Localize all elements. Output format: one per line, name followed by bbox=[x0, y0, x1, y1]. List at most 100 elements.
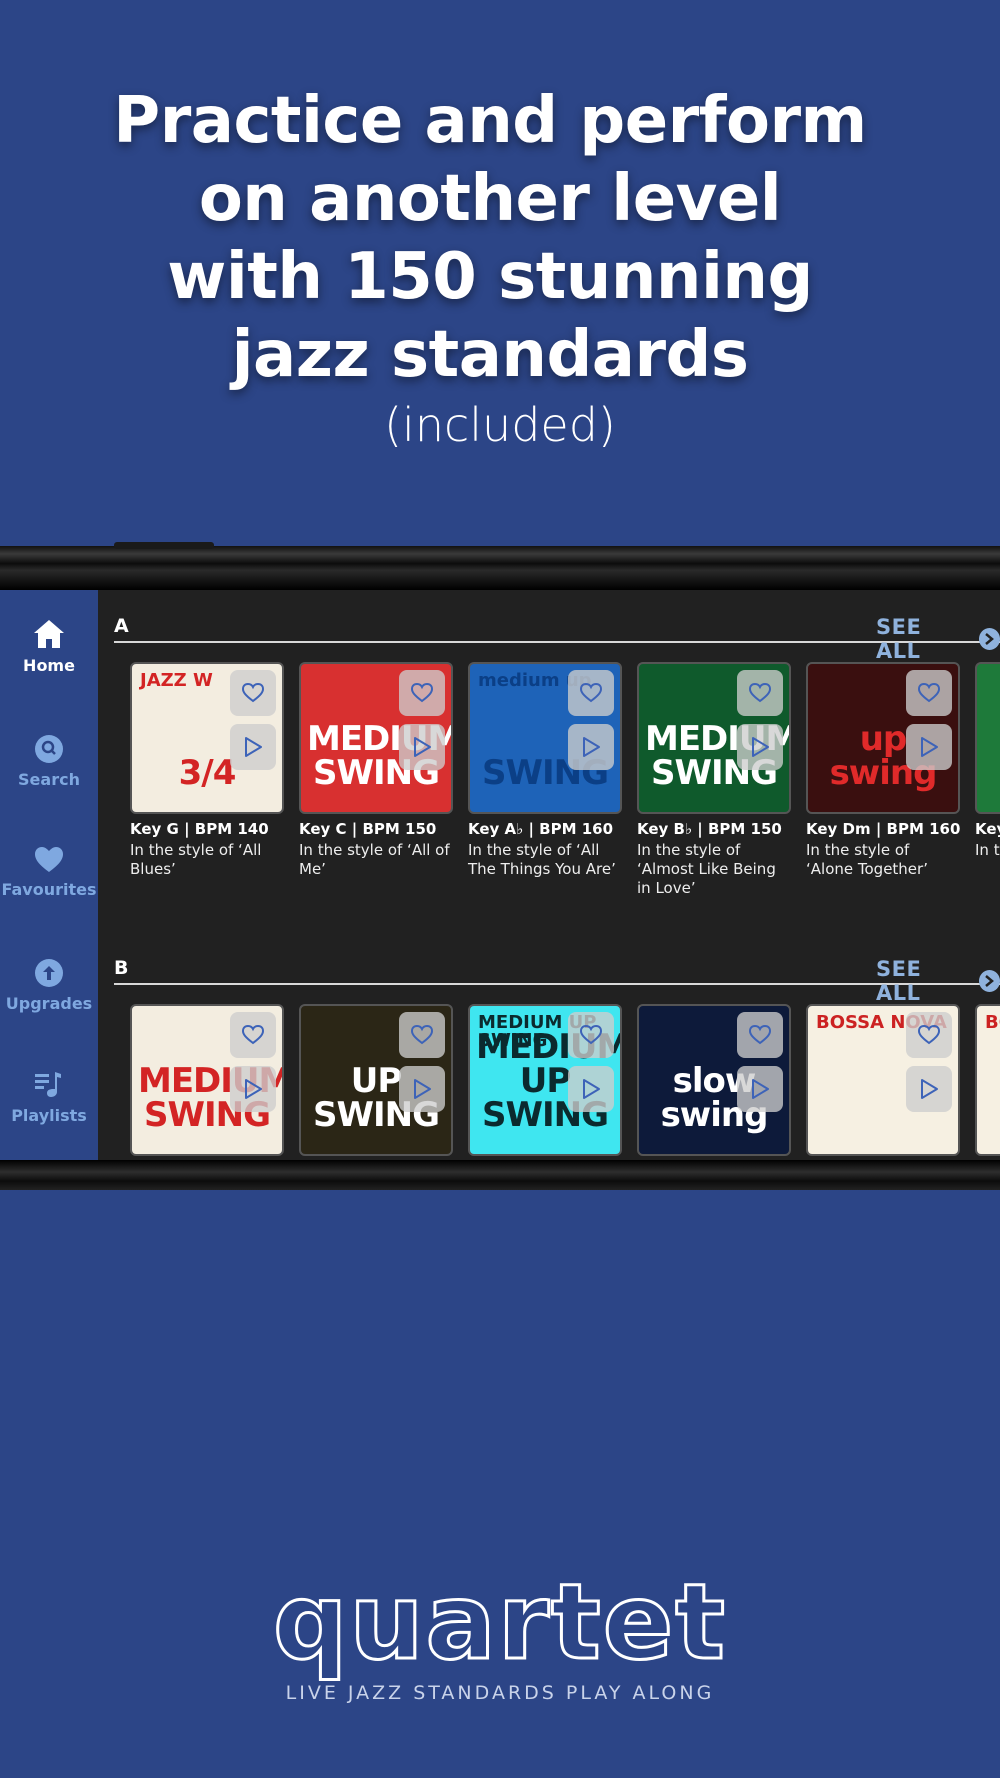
play-button[interactable] bbox=[906, 1066, 952, 1112]
play-icon bbox=[245, 1079, 262, 1099]
album-card[interactable]: MEDIUM SWING Key B♭ | BPM 150 In the style… bbox=[637, 662, 791, 898]
album-card[interactable]: JAZZ W 3/4 Key G | BPM 140 In the style of … bbox=[130, 662, 284, 879]
play-button[interactable] bbox=[399, 1066, 445, 1112]
favourite-button[interactable] bbox=[906, 1012, 952, 1058]
play-icon bbox=[583, 737, 600, 757]
heart-outline-icon bbox=[580, 683, 602, 703]
favourite-button[interactable] bbox=[230, 670, 276, 716]
album-card[interactable]: MEDIUM UP SWING MEDIUM UP SWING bbox=[468, 1004, 622, 1156]
album-cover[interactable]: JAZZ W 3/4 bbox=[130, 662, 284, 814]
album-card[interactable]: up swing Key Dm | BPM 160 In the style of … bbox=[806, 662, 960, 879]
album-card[interactable]: BO bbox=[975, 1004, 1000, 1156]
album-style-description: In the style of ‘All of Me’ bbox=[299, 841, 450, 878]
play-button[interactable] bbox=[906, 724, 952, 770]
album-cover[interactable]: medium up SWING bbox=[468, 662, 622, 814]
sidebar-item-label: Search bbox=[18, 770, 80, 789]
album-card[interactable]: slow swing bbox=[637, 1004, 791, 1156]
album-cover-top-text: JAZZ W bbox=[140, 670, 213, 691]
album-cover[interactable]: UP SWING bbox=[299, 1004, 453, 1156]
album-cover[interactable]: BOSSA NOVA bbox=[806, 1004, 960, 1156]
heart-outline-icon bbox=[749, 683, 771, 703]
album-key-bpm: Key B♭ | BPM 150 bbox=[637, 820, 782, 838]
sidebar-item-upgrades[interactable]: Upgrades bbox=[0, 958, 98, 1013]
sidebar-item-search[interactable]: Search bbox=[0, 734, 98, 789]
sidebar-item-home[interactable]: Home bbox=[0, 618, 98, 675]
album-cover[interactable]: MEDIUM SWING bbox=[637, 662, 791, 814]
play-icon bbox=[921, 1079, 938, 1099]
album-cover[interactable]: ja bbox=[975, 662, 1000, 814]
album-key-bpm: Key bbox=[975, 820, 1000, 838]
album-card[interactable]: BOSSA NOVA bbox=[806, 1004, 960, 1156]
heart-outline-icon bbox=[918, 683, 940, 703]
brand-logo: quartet LIVE JAZZ STANDARDS PLAY ALONG bbox=[0, 1561, 1000, 1705]
album-cover[interactable]: slow swing bbox=[637, 1004, 791, 1156]
phone-side-button bbox=[114, 542, 214, 549]
album-card[interactable]: ja Key In th ‘Ang bbox=[975, 662, 1000, 860]
sidebar-item-label: Favourites bbox=[1, 880, 97, 899]
see-all-label: SEE ALL bbox=[876, 615, 922, 663]
heart-outline-icon bbox=[918, 1025, 940, 1045]
section-header-b: B SEE ALL bbox=[114, 957, 1000, 1005]
chevron-right-icon bbox=[978, 628, 1000, 650]
phone-top-bezel bbox=[0, 542, 1000, 590]
favourite-button[interactable] bbox=[399, 670, 445, 716]
play-button[interactable] bbox=[568, 1066, 614, 1112]
sidebar: Home Search Favourites Upgrades Playlist… bbox=[0, 590, 98, 1160]
headline-line-2: on another level bbox=[198, 162, 782, 236]
album-cover[interactable]: MEDIUM SWING bbox=[130, 1004, 284, 1156]
heart-outline-icon bbox=[411, 683, 433, 703]
chevron-right-icon bbox=[978, 970, 1000, 992]
music-note-icon bbox=[35, 1072, 61, 1097]
sidebar-item-favourites[interactable]: Favourites bbox=[0, 846, 98, 899]
see-all-label: SEE ALL bbox=[876, 957, 922, 1005]
play-button[interactable] bbox=[737, 724, 783, 770]
section-letter: A bbox=[114, 615, 129, 637]
album-card[interactable]: medium up SWING Key A♭ | BPM 160 In the sty… bbox=[468, 662, 622, 879]
heart-outline-icon bbox=[411, 1025, 433, 1045]
play-button[interactable] bbox=[568, 724, 614, 770]
album-style-description: In th ‘Ang bbox=[975, 841, 1000, 859]
search-icon bbox=[35, 735, 63, 763]
heart-outline-icon bbox=[580, 1025, 602, 1045]
album-style-description: In the style of ‘Almost Like Being in Lo… bbox=[637, 841, 776, 897]
see-all-button-b[interactable]: SEE ALL bbox=[876, 957, 1000, 1005]
play-button[interactable] bbox=[230, 724, 276, 770]
play-button[interactable] bbox=[737, 1066, 783, 1112]
sidebar-item-label: Playlists bbox=[11, 1106, 87, 1125]
album-style-description: In the style of ‘Alone Together’ bbox=[806, 841, 928, 878]
album-card[interactable]: MEDIUM SWING bbox=[130, 1004, 284, 1156]
play-icon bbox=[921, 737, 938, 757]
play-icon bbox=[752, 1079, 769, 1099]
album-cover[interactable]: BO bbox=[975, 1004, 1000, 1156]
phone-bottom-bezel bbox=[0, 1160, 1000, 1190]
see-all-button-a[interactable]: SEE ALL bbox=[876, 615, 1000, 663]
play-button[interactable] bbox=[230, 1066, 276, 1112]
favourite-button[interactable] bbox=[568, 670, 614, 716]
brand-wordmark: quartet bbox=[272, 1561, 727, 1683]
favourite-button[interactable] bbox=[906, 670, 952, 716]
heart-icon bbox=[35, 847, 63, 872]
album-style-description: In the style of ‘All Blues’ bbox=[130, 841, 262, 878]
album-card[interactable]: MEDIUM SWING Key C | BPM 150 In the style … bbox=[299, 662, 453, 879]
album-cover[interactable]: up swing bbox=[806, 662, 960, 814]
sidebar-item-playlists[interactable]: Playlists bbox=[0, 1070, 98, 1125]
album-style-description: In the style of ‘All The Things You Are’ bbox=[468, 841, 616, 878]
album-cover-top-text: BO bbox=[985, 1012, 1000, 1033]
album-cover-art-text: ja bbox=[983, 756, 1000, 790]
album-cover[interactable]: MEDIUM SWING bbox=[299, 662, 453, 814]
album-card[interactable]: UP SWING bbox=[299, 1004, 453, 1156]
subheadline: (included) bbox=[384, 398, 616, 452]
favourite-button[interactable] bbox=[230, 1012, 276, 1058]
favourite-button[interactable] bbox=[737, 670, 783, 716]
heart-outline-icon bbox=[749, 1025, 771, 1045]
brand-tagline: LIVE JAZZ STANDARDS PLAY ALONG bbox=[285, 1682, 715, 1704]
play-icon bbox=[752, 737, 769, 757]
play-icon bbox=[245, 737, 262, 757]
favourite-button[interactable] bbox=[568, 1012, 614, 1058]
album-cover[interactable]: MEDIUM UP SWING MEDIUM UP SWING bbox=[468, 1004, 622, 1156]
album-key-bpm: Key C | BPM 150 bbox=[299, 820, 437, 838]
play-button[interactable] bbox=[399, 724, 445, 770]
sidebar-item-label: Upgrades bbox=[5, 994, 93, 1013]
favourite-button[interactable] bbox=[737, 1012, 783, 1058]
favourite-button[interactable] bbox=[399, 1012, 445, 1058]
